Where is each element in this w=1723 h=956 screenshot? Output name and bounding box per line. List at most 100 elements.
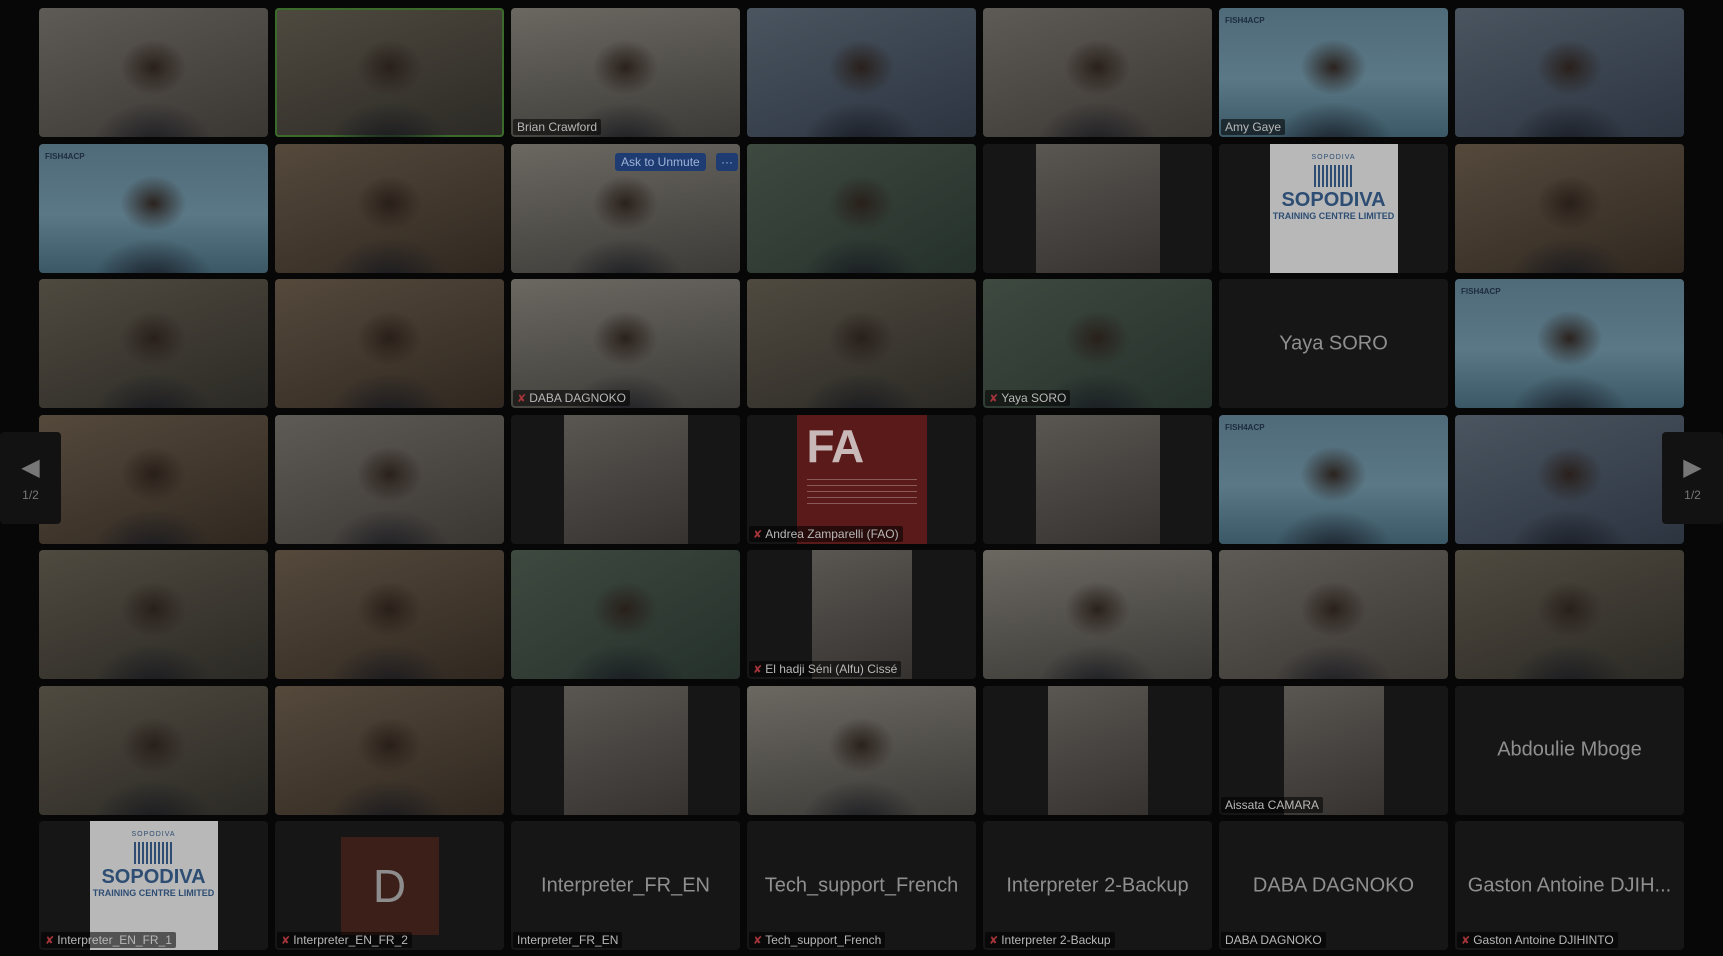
- muted-mic-icon: ✘: [753, 528, 763, 541]
- participant-name-label: ✘ Tech_support_French: [749, 932, 886, 948]
- participant-video: [811, 550, 912, 679]
- participant-display-name: Interpreter 2-Backup: [1006, 874, 1189, 896]
- participant-tile[interactable]: [275, 143, 504, 273]
- participant-tile[interactable]: [39, 8, 268, 137]
- participant-tile[interactable]: Abdoulie Mboge: [1455, 685, 1684, 815]
- participant-tile[interactable]: [1219, 550, 1448, 679]
- banner-logo-text: FISH4ACP: [1225, 422, 1265, 432]
- avatar: D: [340, 837, 439, 935]
- participant-tile[interactable]: [39, 414, 268, 544]
- participant-display-name: Yaya SORO: [1279, 332, 1388, 354]
- participant-video: [1035, 143, 1160, 273]
- participant-tile[interactable]: [39, 685, 268, 815]
- participant-tile[interactable]: ✘ Yaya SORO: [983, 279, 1212, 408]
- participant-tile[interactable]: [983, 8, 1212, 137]
- participant-name: Interpreter 2-Backup: [1001, 933, 1111, 947]
- participant-tile[interactable]: [747, 279, 976, 408]
- participant-tile[interactable]: [275, 279, 504, 408]
- participant-video: [563, 685, 688, 815]
- previous-page-button[interactable]: ◀ 1/2: [0, 432, 61, 524]
- participant-name: Andrea Zamparelli (FAO): [765, 526, 899, 541]
- fao-slide-text-lines: [806, 478, 917, 509]
- muted-mic-icon: ✘: [753, 935, 763, 947]
- participant-name-label: DABA DAGNOKO: [1221, 932, 1326, 948]
- participant-display-name: Tech_support_French: [764, 874, 959, 896]
- participant-tile[interactable]: [983, 143, 1212, 273]
- participant-video: [1047, 685, 1148, 815]
- sopodiva-logo-card: SOPODIVA SOPODIVA TRAINING CENTRE LIMITED: [89, 821, 218, 950]
- participant-tile[interactable]: Brian Crawford: [511, 8, 740, 137]
- banner-logo-text: FISH4ACP: [1225, 16, 1265, 25]
- participant-tile[interactable]: SOPODIVA SOPODIVA TRAINING CENTRE LIMITED ✘…: [39, 821, 268, 950]
- participant-name: DABA DAGNOKO: [529, 391, 626, 405]
- sopodiva-name: SOPODIVA: [101, 866, 206, 888]
- more-options-button[interactable]: ···: [716, 152, 738, 171]
- participant-name-label: Brian Crawford: [513, 119, 602, 135]
- muted-mic-icon: ✘: [281, 935, 291, 947]
- ask-to-unmute-button[interactable]: Ask to Unmute: [615, 152, 706, 171]
- sopodiva-emblem-icon: [133, 842, 174, 864]
- participant-tile[interactable]: Tech_support_French ✘ Tech_support_French: [747, 821, 976, 950]
- sopodiva-subtitle: TRAINING CENTRE LIMITED: [1272, 210, 1395, 221]
- participant-tile[interactable]: FISH4ACP: [39, 143, 268, 273]
- participant-tile[interactable]: FISH4ACP: [1455, 279, 1684, 408]
- participant-tile[interactable]: Gaston Antoine DJIH... ✘ Gaston Antoine DJ…: [1455, 821, 1684, 950]
- participant-gallery: Brian Crawford FISH4ACP Amy Gaye FISH4ACP As…: [39, 8, 1684, 950]
- muted-mic-icon: ✘: [45, 935, 55, 947]
- participant-tile[interactable]: [511, 685, 740, 815]
- participant-tile[interactable]: D ✘ Interpreter_EN_FR_2: [275, 821, 504, 950]
- page-indicator: 1/2: [1684, 488, 1701, 502]
- participant-tile[interactable]: Ask to Unmute ···: [511, 143, 740, 273]
- page-indicator: 1/2: [22, 488, 39, 502]
- participant-tile[interactable]: Aissata CAMARA: [1219, 685, 1448, 815]
- participant-video: [563, 414, 688, 544]
- sopodiva-name: SOPODIVA: [1281, 188, 1386, 211]
- participant-tile[interactable]: [983, 414, 1212, 544]
- participant-tile[interactable]: [1455, 550, 1684, 679]
- participant-tile[interactable]: [275, 685, 504, 815]
- participant-name: Interpreter_EN_FR_1: [57, 933, 172, 947]
- sopodiva-top-text: SOPODIVA: [131, 831, 176, 838]
- muted-mic-icon: ✘: [517, 393, 527, 405]
- participant-tile[interactable]: Interpreter 2-Backup ✘ Interpreter 2-Backu…: [983, 821, 1212, 950]
- participant-tile[interactable]: ✘ El hadji Séni (Alfu) Cissé: [747, 550, 976, 679]
- participant-tile[interactable]: [983, 685, 1212, 815]
- participant-tile[interactable]: [983, 550, 1212, 679]
- participant-display-name: Gaston Antoine DJIH...: [1467, 874, 1672, 896]
- sopodiva-top-text: SOPODIVA: [1311, 153, 1356, 161]
- participant-tile[interactable]: [1455, 8, 1684, 137]
- participant-name-label: Interpreter_FR_EN: [513, 932, 623, 948]
- participant-tile[interactable]: [275, 8, 504, 137]
- participant-tile[interactable]: ✘ DABA DAGNOKO: [511, 279, 740, 408]
- participant-tile[interactable]: [275, 414, 504, 544]
- participant-name-label: Amy Gaye: [1221, 119, 1286, 135]
- participant-tile[interactable]: [511, 550, 740, 679]
- participant-display-name: DABA DAGNOKO: [1252, 874, 1415, 896]
- participant-tile[interactable]: [275, 550, 504, 679]
- participant-tile[interactable]: [1455, 143, 1684, 273]
- participant-name: Interpreter_EN_FR_2: [293, 933, 408, 947]
- participant-name-label: Aissata CAMARA: [1221, 796, 1324, 813]
- sopodiva-logo-card: SOPODIVA SOPODIVA TRAINING CENTRE LIMITED: [1269, 143, 1398, 273]
- next-page-button[interactable]: ▶ 1/2: [1662, 432, 1723, 524]
- participant-tile[interactable]: SOPODIVA SOPODIVA TRAINING CENTRE LIMITED: [1219, 143, 1448, 273]
- participant-tile[interactable]: DABA DAGNOKO DABA DAGNOKO: [1219, 821, 1448, 950]
- participant-tile[interactable]: [511, 414, 740, 544]
- participant-tile[interactable]: [39, 279, 268, 408]
- participant-tile[interactable]: [39, 550, 268, 679]
- participant-name: Aissata CAMARA: [1225, 797, 1320, 812]
- participant-tile[interactable]: FISH4ACP: [1219, 414, 1448, 544]
- participant-name: Yaya SORO: [1001, 391, 1067, 405]
- participant-tile[interactable]: [747, 143, 976, 273]
- participant-tile[interactable]: [1455, 414, 1684, 544]
- participant-name-label: ✘ El hadji Séni (Alfu) Cissé: [749, 661, 902, 677]
- participant-tile[interactable]: Interpreter_FR_EN Interpreter_FR_EN: [511, 821, 740, 950]
- muted-mic-icon: ✘: [989, 935, 999, 947]
- participant-tile[interactable]: [747, 685, 976, 815]
- participant-tile[interactable]: FA ✘ Andrea Zamparelli (FAO): [747, 414, 976, 544]
- participant-name-label: ✘ DABA DAGNOKO: [513, 390, 630, 406]
- participant-tile[interactable]: [747, 8, 976, 137]
- participant-tile[interactable]: FISH4ACP Amy Gaye: [1219, 8, 1448, 137]
- chevron-left-icon: ◀: [21, 454, 40, 481]
- participant-tile[interactable]: Yaya SORO: [1219, 279, 1448, 408]
